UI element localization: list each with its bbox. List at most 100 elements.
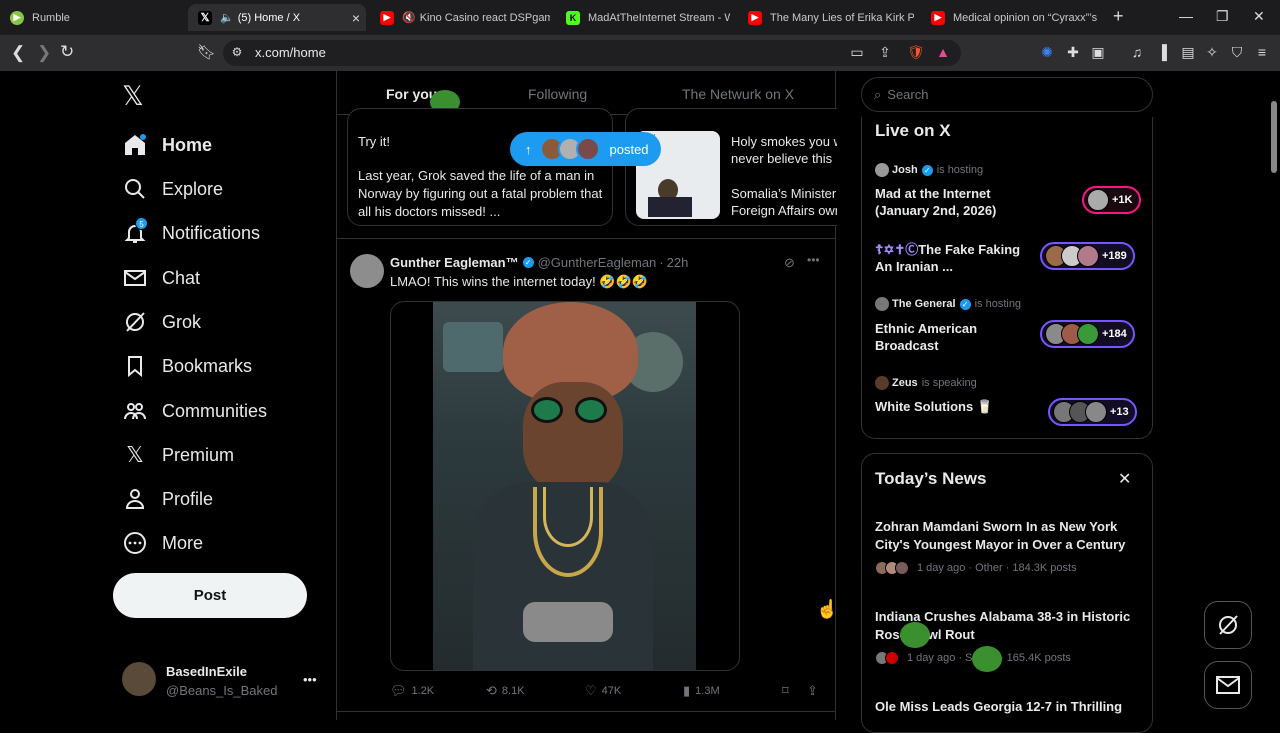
space-title[interactable]: ☦✡✝ⒸThe Fake Faking An Iranian ... (875, 241, 1035, 275)
views-button[interactable]: ▮ 1.3M (683, 683, 720, 699)
repost-button[interactable]: ⟲ 8.1K (486, 683, 525, 699)
youtube-icon: ▶ (931, 10, 945, 25)
search-input[interactable]: ⌕ Search (861, 77, 1153, 112)
close-tab-icon[interactable]: × (352, 10, 360, 26)
close-icon[interactable]: ✕ (1118, 469, 1131, 489)
promo-card-news[interactable]: story Holy smokes you w never believe th… (625, 108, 837, 226)
notification-badge: 5 (135, 217, 148, 230)
tab-the-netwurk[interactable]: The Netwurk on X (682, 86, 794, 102)
tab-kino-casino[interactable]: ▶ 🔇 Kino Casino react DSPgamin (380, 4, 550, 31)
new-posts-pill[interactable]: ↑ posted (510, 132, 661, 166)
menu-icon[interactable]: ≡ (1254, 44, 1270, 60)
nav-grok[interactable]: Grok (122, 302, 201, 342)
media-icon[interactable]: ♫ (1129, 44, 1145, 60)
media-image (433, 302, 696, 670)
tweet-text: LMAO! This wins the internet today! 🤣🤣🤣 (390, 274, 648, 289)
more-circle-icon (122, 530, 148, 556)
tweet-time[interactable]: 22h (667, 255, 689, 270)
page-scrollbar[interactable] (1268, 71, 1280, 720)
nav-communities[interactable]: Communities (122, 391, 267, 431)
scrollbar-thumb[interactable] (1271, 101, 1277, 173)
wallet-icon[interactable]: ▤ (1180, 44, 1196, 60)
tab-erika-kirk[interactable]: ▶ The Many Lies of Erika Kirk Pt.1 (748, 4, 914, 31)
post-button[interactable]: Post (113, 573, 307, 618)
reply-icon: 💬︎ (390, 683, 407, 698)
vpn-icon[interactable]: ⛉ (1229, 44, 1245, 60)
reply-button[interactable]: 💬︎ 1.2K (390, 683, 434, 699)
space-listeners-pill[interactable]: +189 (1040, 242, 1135, 270)
news-meta: 1 day ago · Other · 184.3K posts (875, 561, 1077, 575)
minimize-icon[interactable]: — (1179, 8, 1193, 24)
nav-notifications[interactable]: 5 Notifications (122, 213, 260, 253)
x-logo-icon: 𝕏 (126, 442, 144, 467)
tab-rumble[interactable]: ▶ Rumble (10, 4, 180, 31)
promo-card-grok[interactable]: Try it! Last year, Grok saved the life o… (347, 108, 613, 226)
nav-more[interactable]: More (122, 523, 203, 563)
tab-medical-opinion[interactable]: ▶ Medical opinion on “Cyraxx”’s m (931, 4, 1097, 31)
views-icon: ▮ (683, 683, 691, 698)
restore-icon[interactable]: ❐ (1216, 8, 1229, 25)
tweet-header: Gunther Eagleman™ ✓ @GuntherEagleman · 2… (390, 255, 689, 270)
share-icon[interactable]: ⇪ (877, 44, 893, 60)
nav-explore[interactable]: Explore (122, 169, 223, 209)
new-tab-button[interactable]: + (1113, 6, 1124, 27)
card-text: Last year, Grok saved the life of a man … (358, 168, 603, 219)
share-button[interactable]: ⇪ (807, 683, 823, 699)
rumble-icon: ▶ (10, 10, 24, 25)
like-button[interactable]: ♡ 47K (585, 683, 621, 699)
x-logo-icon: 𝕏 (198, 10, 212, 25)
browser-tab-bar: ▶ Rumble 𝕏 🔈 (5) Home / X × ▶ 🔇 Kino Cas… (0, 0, 1280, 35)
tab-mad-stream[interactable]: K MadAtTheInternet Stream - Wat (566, 4, 730, 31)
space-title[interactable]: Ethnic American Broadcast (875, 320, 1040, 354)
close-window-icon[interactable]: ✕ (1253, 8, 1265, 25)
tweet-handle[interactable]: @GuntherEagleman (538, 255, 657, 270)
x-logo-icon[interactable]: 𝕏 (122, 82, 150, 110)
url-text[interactable]: x.com/home (255, 45, 326, 60)
avatar (895, 561, 909, 575)
leo-ai-icon[interactable]: ✧ (1204, 44, 1220, 60)
news-headline[interactable]: Zohran Mamdani Sworn In as New York City… (875, 518, 1140, 554)
space-listeners-pill[interactable]: +1K (1082, 186, 1141, 214)
nav-bookmarks[interactable]: Bookmarks (122, 346, 252, 386)
nav-home[interactable]: Home (122, 125, 212, 165)
grok-analyze-icon[interactable]: ⊘ (784, 255, 795, 271)
avatar[interactable] (350, 254, 384, 288)
divider (337, 711, 835, 712)
nav-premium[interactable]: 𝕏 Premium (122, 435, 234, 475)
bookmark-page-icon[interactable]: 🔖︎ (197, 43, 216, 61)
nav-chat[interactable]: Chat (122, 258, 200, 298)
bookmark-icon (122, 353, 148, 379)
space-title[interactable]: Mad at the Internet (January 2nd, 2026) (875, 185, 1040, 219)
back-icon[interactable]: ❮ (11, 43, 25, 63)
space-listeners-pill[interactable]: +184 (1040, 320, 1135, 348)
nav-profile[interactable]: Profile (122, 479, 213, 519)
reload-icon[interactable]: ↻ (60, 42, 74, 62)
tweet-more-icon[interactable]: ••• (807, 253, 820, 267)
person-icon (122, 486, 148, 512)
space-listeners-pill[interactable]: +13 (1048, 398, 1137, 426)
tab-following[interactable]: Following (528, 86, 587, 102)
account-menu-icon[interactable]: ••• (303, 672, 317, 687)
sidebar-icon[interactable]: ▐ (1154, 44, 1170, 60)
site-settings-icon[interactable]: ⚙ (229, 44, 245, 60)
brave-shield-icon[interactable]: 🛡 (907, 44, 925, 60)
space-title[interactable]: White Solutions 🥛 (875, 398, 1040, 415)
puzzle-icon[interactable]: ✚ (1065, 44, 1081, 60)
bookmark-button[interactable]: ⌑ (782, 683, 794, 699)
tweet-author[interactable]: Gunther Eagleman™ (390, 255, 519, 270)
forward-icon[interactable]: ❯ (37, 43, 51, 63)
tab-x-home[interactable]: 𝕏 🔈 (5) Home / X × (188, 4, 366, 31)
repost-icon: ⟲ (486, 683, 497, 698)
news-headline[interactable]: Ole Miss Leads Georgia 12-7 in Thrilling (875, 698, 1140, 716)
cast-icon[interactable]: ▭ (849, 44, 865, 60)
tweet-media[interactable] (390, 301, 740, 671)
extension-icon[interactable]: ✺ (1039, 44, 1055, 60)
space-host: Zeus is speaking (875, 376, 977, 390)
avatar[interactable] (122, 662, 156, 696)
screenshot-icon[interactable]: ▣ (1090, 44, 1106, 60)
grok-button[interactable] (1204, 601, 1252, 649)
brave-rewards-icon[interactable]: ▲ (935, 44, 951, 60)
messages-button[interactable] (1204, 661, 1252, 709)
youtube-icon: ▶ (380, 10, 394, 25)
space-host: Josh ✓ is hosting (875, 163, 983, 177)
